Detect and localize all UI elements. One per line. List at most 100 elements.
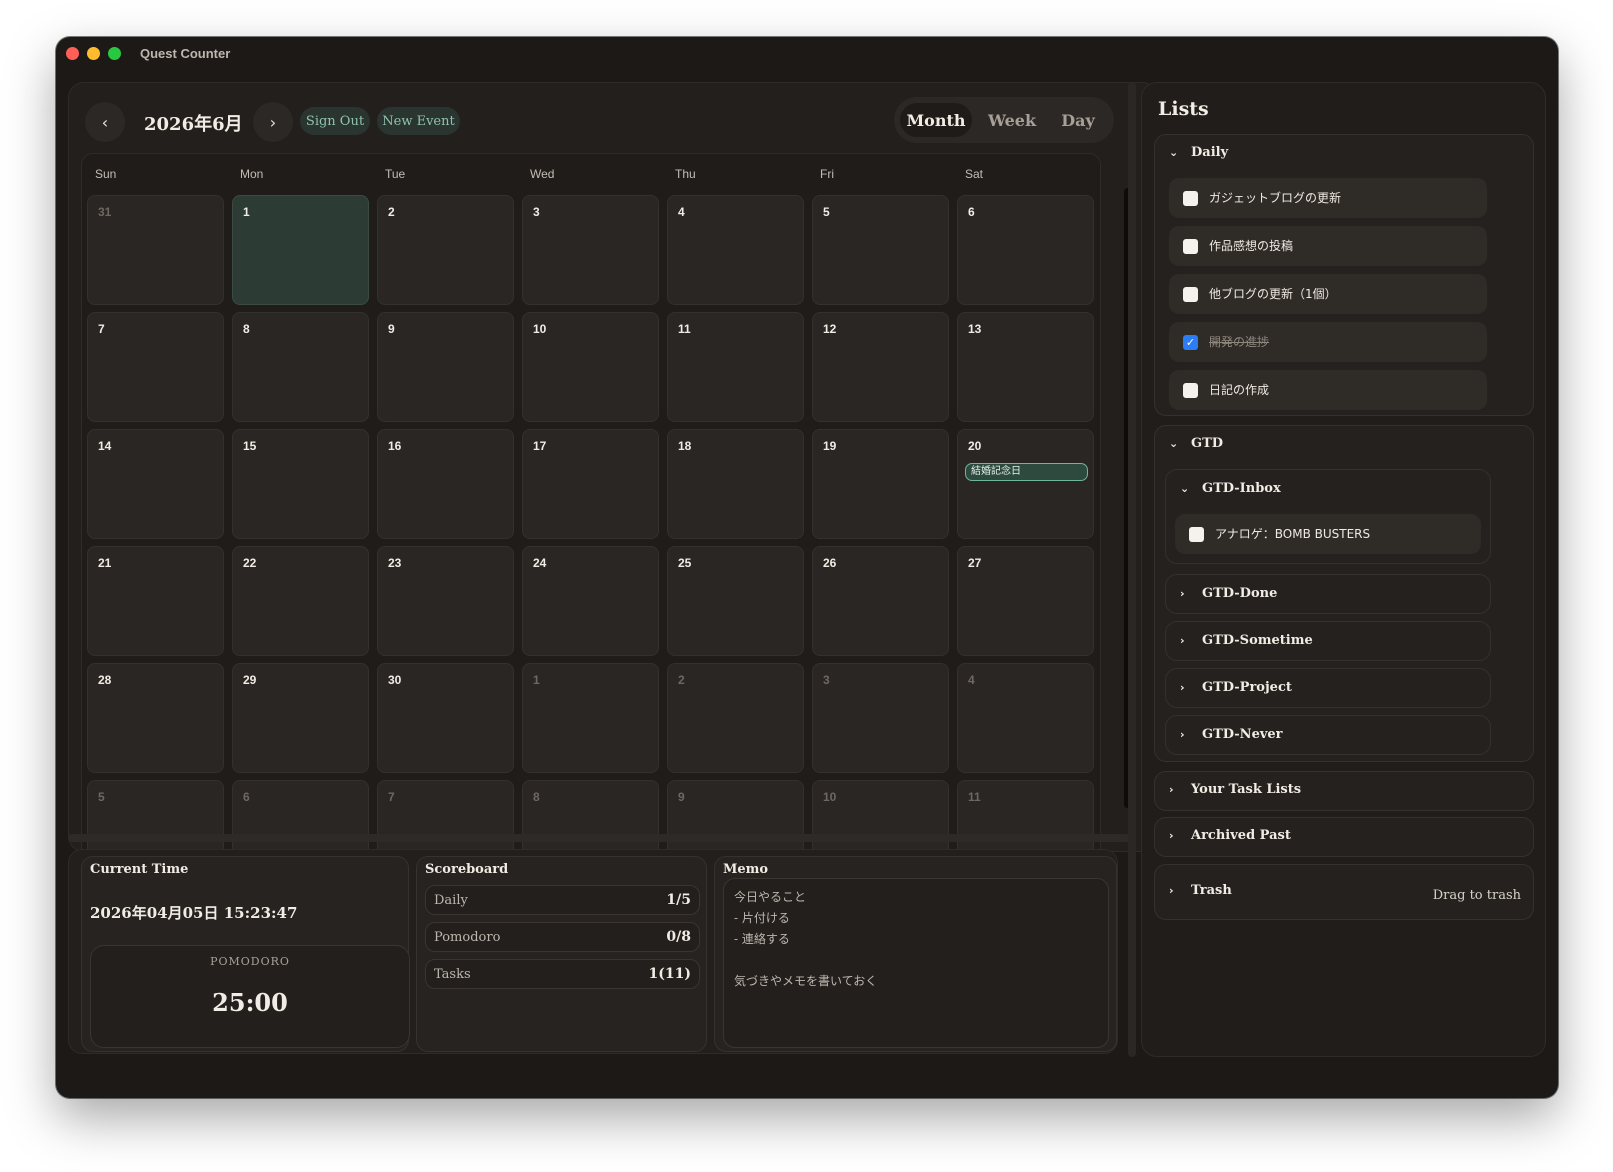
task-label: 作品感想の投稿	[1209, 239, 1294, 253]
day-cell[interactable]: 14	[87, 429, 224, 539]
day-cell[interactable]: 16	[377, 429, 514, 539]
sublist-gtd-never[interactable]: › GTD-Never	[1165, 715, 1491, 755]
day-cell[interactable]: 17	[522, 429, 659, 539]
day-cell-today[interactable]: 1	[232, 195, 369, 305]
chevron-right-icon: ›	[1169, 783, 1174, 796]
day-cell[interactable]: 18	[667, 429, 804, 539]
day-cell[interactable]: 3	[812, 663, 949, 773]
day-cell[interactable]: 22	[232, 546, 369, 656]
score-label: Pomodoro	[434, 930, 501, 945]
day-cell[interactable]: 3	[522, 195, 659, 305]
scoreboard-title: Scoreboard	[425, 862, 509, 877]
task-checkbox[interactable]	[1183, 239, 1198, 254]
day-cell[interactable]: 1	[522, 663, 659, 773]
pomodoro-timer[interactable]: POMODORO 25:00	[90, 945, 410, 1048]
day-cell[interactable]: 8	[232, 312, 369, 422]
day-cell[interactable]: 12	[812, 312, 949, 422]
task-item[interactable]: ✓ 開発の進捗	[1169, 322, 1487, 362]
app-window: Quest Counter ‹ 2026年6月 › Sign Out New E…	[56, 37, 1558, 1098]
day-cell[interactable]: 29	[232, 663, 369, 773]
task-item[interactable]: 他ブログの更新（1個）	[1169, 274, 1487, 314]
day-cell[interactable]: 11	[667, 312, 804, 422]
minimize-window-button[interactable]	[87, 47, 100, 60]
day-number: 3	[823, 673, 830, 687]
pomodoro-time: 25:00	[212, 988, 288, 1017]
sublist-gtd-done[interactable]: › GTD-Done	[1165, 574, 1491, 614]
day-cell[interactable]: 4	[957, 663, 1094, 773]
list-group-header[interactable]: ⌄ GTD	[1169, 436, 1223, 451]
event-chip[interactable]: 結婚記念日	[965, 463, 1088, 481]
next-month-button[interactable]: ›	[253, 102, 293, 142]
current-time-title: Current Time	[90, 862, 189, 877]
main-vertical-scrollbar[interactable]	[1128, 82, 1136, 1057]
task-item[interactable]: 作品感想の投稿	[1169, 226, 1487, 266]
day-number: 4	[678, 205, 685, 219]
day-cell[interactable]: 30	[377, 663, 514, 773]
new-event-button[interactable]: New Event	[377, 107, 460, 135]
drag-to-trash-hint: Drag to trash	[1432, 888, 1521, 903]
task-item[interactable]: 日記の作成	[1169, 370, 1487, 410]
day-cell[interactable]: 24	[522, 546, 659, 656]
chevron-right-icon: ›	[1180, 681, 1185, 694]
task-checkbox[interactable]	[1183, 383, 1198, 398]
task-checkbox[interactable]	[1189, 527, 1204, 542]
task-item[interactable]: アナロゲ：BOMB BUSTERS	[1175, 514, 1481, 554]
day-cell[interactable]: 23	[377, 546, 514, 656]
day-cell[interactable]: 2	[377, 195, 514, 305]
day-cell[interactable]: 2	[667, 663, 804, 773]
chevron-right-icon: ›	[1180, 728, 1185, 741]
day-cell[interactable]: 13	[957, 312, 1094, 422]
day-number: 15	[243, 439, 257, 453]
day-cell[interactable]: 19	[812, 429, 949, 539]
weekday-header: Fri	[820, 167, 834, 181]
list-group-header: › Trash	[1169, 883, 1232, 898]
task-checkbox[interactable]	[1183, 191, 1198, 206]
day-cell[interactable]: 31	[87, 195, 224, 305]
task-label: ガジェットブログの更新	[1209, 191, 1342, 205]
view-week-button[interactable]: Week	[978, 103, 1046, 137]
sublist-header[interactable]: ⌄ GTD-Inbox	[1180, 481, 1281, 496]
task-label: 日記の作成	[1209, 383, 1270, 397]
view-day-button[interactable]: Day	[1048, 103, 1108, 137]
sign-out-button[interactable]: Sign Out	[300, 107, 370, 135]
day-number: 16	[388, 439, 402, 453]
score-label: Tasks	[434, 967, 471, 982]
list-group-archived-past[interactable]: › Archived Past	[1154, 817, 1534, 857]
day-number: 4	[968, 673, 975, 687]
score-row-tasks: Tasks 1(11)	[425, 959, 700, 989]
day-cell[interactable]: 5	[812, 195, 949, 305]
zoom-window-button[interactable]	[108, 47, 121, 60]
day-cell[interactable]: 28	[87, 663, 224, 773]
sublist-gtd-project[interactable]: › GTD-Project	[1165, 668, 1491, 708]
day-cell[interactable]: 20 結婚記念日	[957, 429, 1094, 539]
sublist-gtd-sometime[interactable]: › GTD-Sometime	[1165, 621, 1491, 661]
task-checkbox-checked[interactable]: ✓	[1183, 335, 1198, 350]
day-cell[interactable]: 26	[812, 546, 949, 656]
list-group-label: Archived Past	[1191, 828, 1291, 843]
chevron-right-icon: ›	[1180, 634, 1185, 647]
list-group-daily: ⌄ Daily ガジェットブログの更新 作品感想の投稿 他ブログの更新（1個） ✓…	[1154, 134, 1534, 416]
task-item[interactable]: ガジェットブログの更新	[1169, 178, 1487, 218]
day-number: 9	[678, 790, 685, 804]
list-group-header[interactable]: ⌄ Daily	[1169, 145, 1228, 160]
day-cell[interactable]: 4	[667, 195, 804, 305]
close-window-button[interactable]	[66, 47, 79, 60]
previous-month-button[interactable]: ‹	[85, 102, 125, 142]
day-number: 18	[678, 439, 692, 453]
view-month-button[interactable]: Month	[900, 103, 972, 137]
day-number: 9	[388, 322, 395, 336]
day-cell[interactable]: 9	[377, 312, 514, 422]
calendar-horizontal-scrollbar[interactable]	[68, 834, 1130, 842]
day-cell[interactable]: 15	[232, 429, 369, 539]
trash-drop-zone[interactable]: › Trash Drag to trash	[1154, 864, 1534, 920]
day-cell[interactable]: 7	[87, 312, 224, 422]
memo-textarea[interactable]: 今日やること - 片付ける - 連絡する 気づきやメモを書いておく	[723, 878, 1109, 1048]
day-cell[interactable]: 27	[957, 546, 1094, 656]
day-cell[interactable]: 10	[522, 312, 659, 422]
title-bar: Quest Counter	[56, 37, 1558, 75]
day-cell[interactable]: 25	[667, 546, 804, 656]
day-cell[interactable]: 6	[957, 195, 1094, 305]
task-checkbox[interactable]	[1183, 287, 1198, 302]
day-cell[interactable]: 21	[87, 546, 224, 656]
list-group-your-task-lists[interactable]: › Your Task Lists	[1154, 771, 1534, 811]
